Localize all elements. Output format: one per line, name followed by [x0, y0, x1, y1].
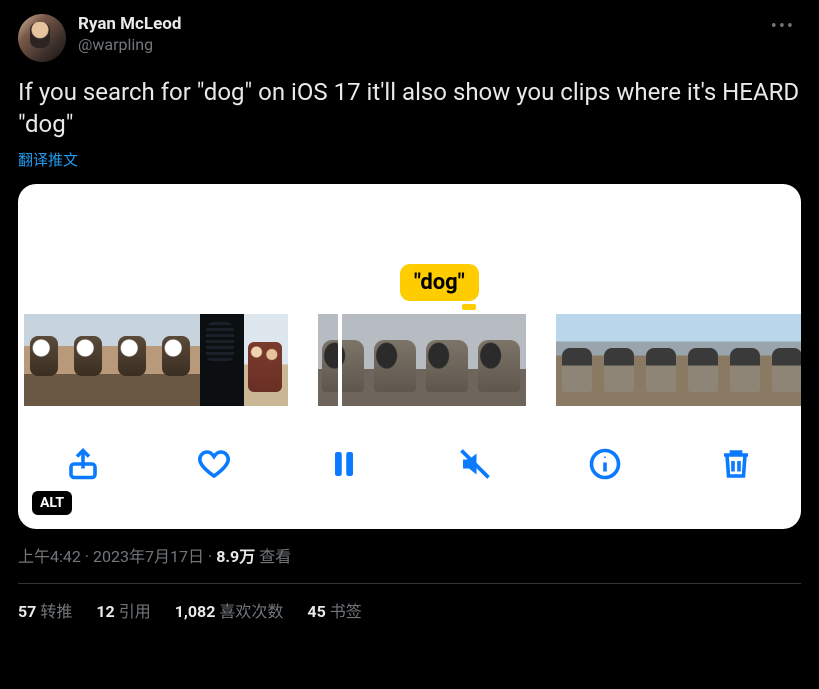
info-icon — [587, 446, 623, 482]
timeline-frame — [200, 314, 244, 406]
bookmarks-label: 书签 — [330, 602, 362, 621]
timeline-frame — [156, 314, 200, 406]
playhead-marker — [462, 304, 476, 310]
views-label: 查看 — [259, 543, 291, 567]
avatar[interactable] — [18, 14, 66, 62]
timeline-frame — [724, 314, 766, 406]
heart-icon — [196, 446, 232, 482]
timeline-frame — [640, 314, 682, 406]
timeline-frame — [422, 314, 474, 406]
timeline-frame — [682, 314, 724, 406]
clip-group[interactable] — [318, 314, 526, 406]
trash-button[interactable] — [715, 443, 757, 485]
tweet-stats: 57转推 12 引用 1,082喜欢次数 45 书签 — [18, 598, 801, 622]
media-toolbar — [18, 443, 801, 485]
timeline-frame — [318, 314, 370, 406]
clip-group[interactable] — [556, 314, 801, 406]
views-count: 8.9万 — [216, 543, 255, 567]
timeline-frame — [370, 314, 422, 406]
like-button[interactable] — [193, 443, 235, 485]
timeline-frame — [68, 314, 112, 406]
ellipsis-icon: ••• — [771, 16, 795, 37]
quotes-label: 引用 — [119, 602, 151, 621]
info-button[interactable] — [584, 443, 626, 485]
author-block[interactable]: Ryan McLeod @warpling — [78, 14, 181, 55]
share-button[interactable] — [62, 443, 104, 485]
likes-label: 喜欢次数 — [219, 602, 283, 621]
video-timeline[interactable] — [18, 314, 801, 406]
mute-button[interactable] — [454, 443, 496, 485]
bookmarks-count: 45 — [307, 602, 325, 621]
date[interactable]: 2023年7月17日 — [93, 543, 204, 567]
timeline-frame — [766, 314, 801, 406]
retweets-count: 57 — [18, 602, 36, 621]
time[interactable]: 上午4:42 — [18, 543, 81, 567]
quotes-count: 12 — [96, 602, 114, 621]
media-card[interactable]: "dog" — [18, 184, 801, 529]
mute-icon — [457, 446, 493, 482]
tweet-header: Ryan McLeod @warpling ••• — [18, 14, 801, 62]
timeline-frame — [598, 314, 640, 406]
tweet: Ryan McLeod @warpling ••• If you search … — [0, 0, 819, 622]
share-icon — [65, 446, 101, 482]
alt-badge[interactable]: ALT — [32, 491, 72, 515]
trash-icon — [718, 446, 754, 482]
bookmarks[interactable]: 45 书签 — [307, 598, 361, 622]
timeline-frame — [112, 314, 156, 406]
timeline-frame — [556, 314, 598, 406]
divider — [18, 583, 801, 584]
separator: · — [208, 547, 212, 566]
playhead[interactable] — [338, 308, 342, 412]
separator: · — [85, 547, 89, 566]
quotes[interactable]: 12 引用 — [96, 598, 150, 622]
pause-icon — [326, 446, 362, 482]
timeline-frame — [244, 314, 288, 406]
timeline-frame — [24, 314, 68, 406]
pause-button[interactable] — [323, 443, 365, 485]
retweets[interactable]: 57转推 — [18, 598, 72, 622]
more-button[interactable]: ••• — [765, 10, 801, 43]
display-name: Ryan McLeod — [78, 14, 181, 35]
clip-group[interactable] — [24, 314, 288, 406]
search-tooltip: "dog" — [400, 264, 479, 301]
likes-count: 1,082 — [175, 602, 216, 621]
tweet-meta: 上午4:42 · 2023年7月17日 · 8.9万 查看 — [18, 543, 801, 567]
timeline-frame — [474, 314, 526, 406]
retweets-label: 转推 — [40, 602, 72, 621]
handle: @warpling — [78, 35, 181, 55]
tweet-text: If you search for "dog" on iOS 17 it'll … — [18, 76, 801, 141]
likes[interactable]: 1,082喜欢次数 — [175, 598, 284, 622]
translate-link[interactable]: 翻译推文 — [18, 149, 801, 170]
